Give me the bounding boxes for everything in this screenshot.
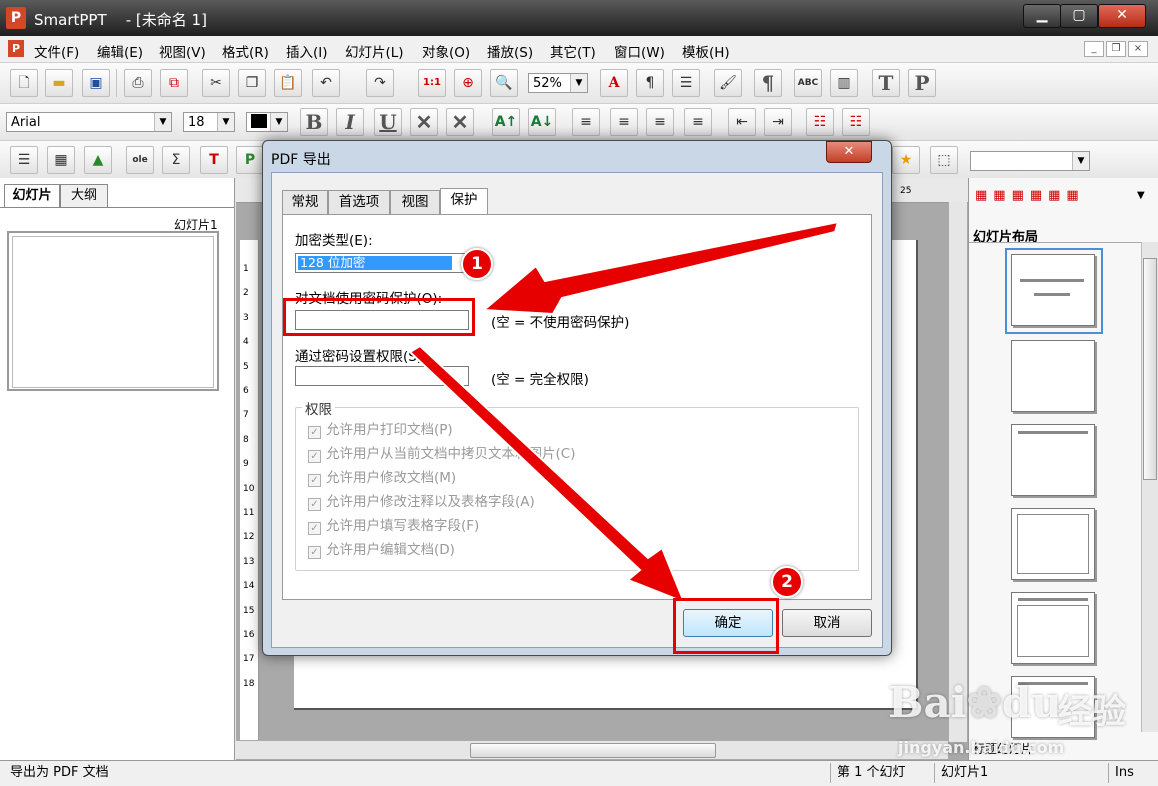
watermark-chinese: 经验 <box>1058 692 1126 732</box>
paw-icon: ❀ <box>966 678 1002 727</box>
watermark-brand-2: du <box>1001 678 1062 727</box>
step-badge-2: 2 <box>771 566 803 598</box>
highlight-password-field <box>283 298 475 336</box>
highlight-ok-button <box>673 598 779 654</box>
watermark-brand: Bai <box>888 678 967 727</box>
step-badge-1: 1 <box>461 248 493 280</box>
baidu-watermark: Bai❀du <box>888 678 1062 727</box>
arrow-to-password-field <box>481 220 840 316</box>
arrow-to-ok-button <box>408 344 686 604</box>
watermark-url: jingyan.baidu.com <box>898 738 1065 757</box>
annotation-arrows <box>408 220 840 604</box>
